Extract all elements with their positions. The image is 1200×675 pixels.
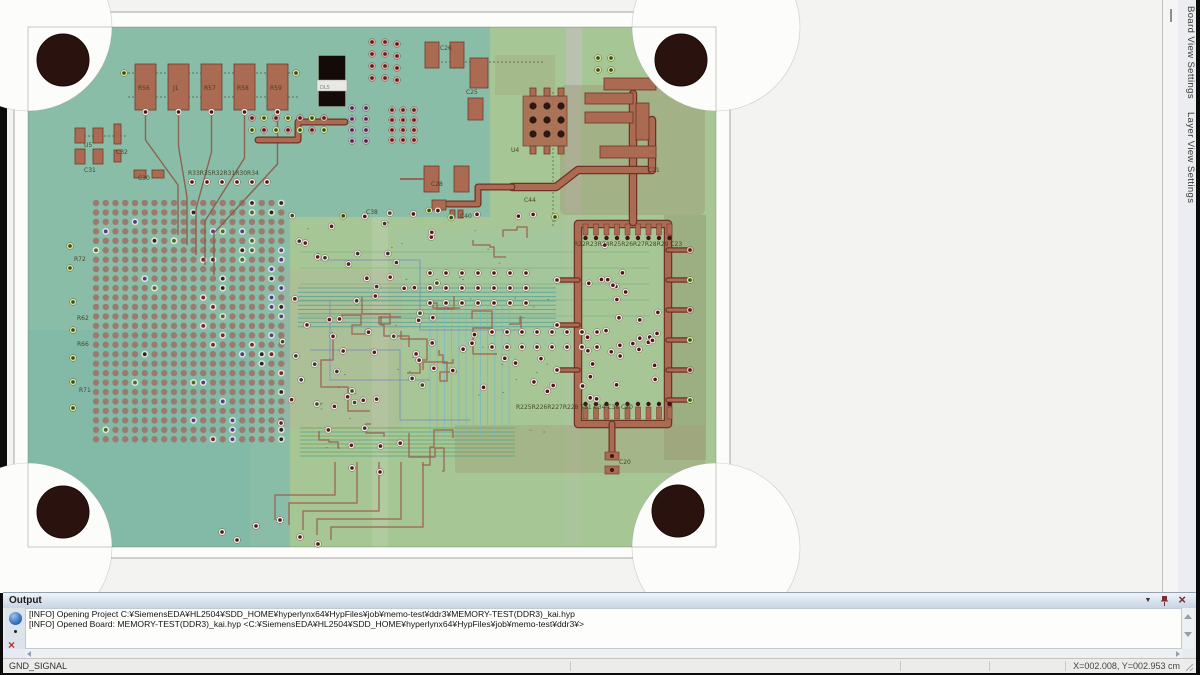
scroll-down-icon[interactable] bbox=[1184, 632, 1192, 637]
statusbar-coordinates: X=002.008, Y=002.953 cm bbox=[1073, 661, 1180, 671]
board-label: R57 bbox=[204, 85, 216, 92]
board-label: C31 bbox=[84, 167, 96, 174]
statusbar-divider bbox=[570, 661, 571, 671]
scroll-up-icon[interactable] bbox=[1184, 614, 1192, 619]
board-label: R66 bbox=[77, 341, 89, 348]
board-label: R72 bbox=[74, 256, 86, 263]
status-bar: GND_SIGNAL X=002.008, Y=002.953 cm bbox=[3, 658, 1196, 673]
info-icon bbox=[9, 612, 22, 625]
board-label: DL5 bbox=[320, 85, 330, 91]
board-label: R62 bbox=[77, 315, 89, 322]
right-scroll-strip[interactable] bbox=[1162, 0, 1179, 593]
board-label: R33R35R32R31R30R34 bbox=[188, 170, 259, 177]
tab-board-view-settings[interactable]: Board View Settings bbox=[1178, 6, 1196, 99]
bullet-icon bbox=[14, 630, 17, 633]
board-label: R59 bbox=[270, 85, 282, 92]
board-label: R22R23R24R25R26R27R28R29 C23 bbox=[574, 241, 682, 248]
board-label: R225R226R227R228 T31 C34 C36 C20 bbox=[516, 404, 633, 411]
log-line: [INFO] Opened Board: MEMORY-TEST(DDR3)_k… bbox=[26, 620, 1181, 630]
statusbar-net-label: GND_SIGNAL bbox=[3, 661, 67, 671]
board-label: C21 bbox=[648, 167, 660, 174]
pcb-board-drawing[interactable]: R56 J1 R57 R58 R59 U5 C32 C31 C30 R72 R62 R66 R71 R33… bbox=[0, 0, 1200, 593]
settings-tabstrip: Board View Settings Layer View Settings bbox=[1178, 0, 1196, 593]
output-vertical-scrollbar[interactable] bbox=[1182, 608, 1194, 649]
output-gutter: × bbox=[5, 608, 25, 649]
board-label: C26 bbox=[440, 45, 452, 52]
scroll-right-icon[interactable] bbox=[1176, 651, 1180, 657]
splitter-grip[interactable] bbox=[1170, 9, 1172, 22]
dropdown-icon[interactable]: ▼ bbox=[1144, 597, 1151, 604]
error-stamp-icon[interactable]: × bbox=[8, 638, 15, 652]
board-label: J1 bbox=[172, 85, 179, 92]
scroll-left-icon[interactable] bbox=[27, 651, 31, 657]
board-label: C44 bbox=[524, 197, 536, 204]
output-panel-title: Output bbox=[3, 595, 42, 606]
board-label: R58 bbox=[237, 85, 249, 92]
pin-icon[interactable] bbox=[1160, 595, 1169, 606]
board-label: R56 bbox=[138, 85, 150, 92]
board-label: C40 bbox=[460, 213, 472, 220]
board-label: C30 bbox=[138, 175, 150, 182]
board-label: C38 bbox=[366, 209, 378, 216]
board-label: C20 bbox=[619, 459, 631, 466]
board-label: U5 bbox=[84, 142, 92, 149]
board-label: C28 bbox=[431, 181, 443, 188]
tab-layer-view-settings[interactable]: Layer View Settings bbox=[1178, 112, 1196, 203]
hyperlynx-window: R56 J1 R57 R58 R59 U5 C32 C31 C30 R72 R62 R66 R71 R33… bbox=[0, 0, 1200, 675]
board-label: U4 bbox=[511, 147, 519, 154]
statusbar-divider bbox=[1065, 661, 1066, 671]
output-panel: Output ▼ × × [INFO] Opening Project C:¥S… bbox=[3, 592, 1196, 659]
statusbar-divider bbox=[989, 661, 990, 671]
output-panel-header: Output ▼ × bbox=[3, 593, 1196, 608]
close-icon[interactable]: × bbox=[1178, 593, 1186, 606]
statusbar-divider bbox=[900, 661, 901, 671]
resize-grip[interactable] bbox=[1185, 663, 1194, 672]
board-label: C25 bbox=[466, 89, 478, 96]
board-label: C32 bbox=[116, 149, 128, 156]
output-log[interactable]: [INFO] Opening Project C:¥SiemensEDA¥HL2… bbox=[25, 608, 1182, 649]
board-label: R71 bbox=[79, 387, 91, 394]
